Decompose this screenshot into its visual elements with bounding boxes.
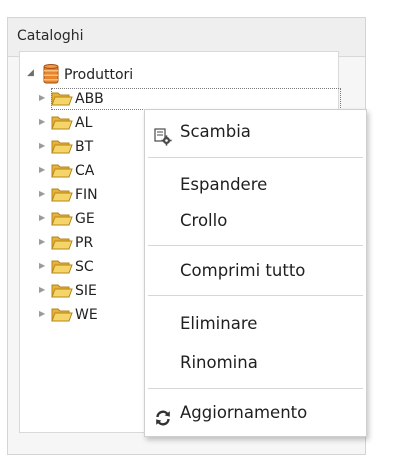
menu-item-label: Eliminare	[180, 314, 258, 333]
folder-open-icon	[51, 306, 73, 327]
menu-separator	[148, 157, 363, 158]
tree-item[interactable]: ▶ ABB	[20, 88, 340, 110]
menu-item-label: Rinomina	[180, 353, 258, 372]
tree-item-label: WE	[75, 307, 98, 323]
menu-item-label: Crollo	[180, 211, 228, 230]
folder-open-icon	[51, 114, 73, 135]
menu-item-eliminare[interactable]: Eliminare	[145, 306, 366, 342]
tree-item-label: AL	[75, 115, 93, 131]
folder-open-icon	[51, 282, 73, 303]
tree-root-node[interactable]: ◢ Produttori	[27, 64, 347, 86]
collapsed-arrow-icon[interactable]: ▶	[39, 309, 45, 318]
menu-item-espandere[interactable]: Espandere	[145, 167, 366, 203]
tree-item-label: GE	[75, 211, 95, 227]
collapsed-arrow-icon[interactable]: ▶	[39, 261, 45, 270]
menu-item-scambia[interactable]: Scambia	[145, 114, 366, 150]
collapsed-arrow-icon[interactable]: ▶	[39, 237, 45, 246]
menu-item-aggiornamento[interactable]: Aggiornamento	[145, 395, 366, 431]
tree-item-label: SIE	[75, 283, 97, 299]
menu-item-label: Comprimi tutto	[180, 261, 306, 280]
menu-separator	[148, 388, 363, 389]
menu-item-rinomina[interactable]: Rinomina	[145, 345, 366, 381]
menu-separator	[148, 245, 363, 246]
menu-item-label: Aggiornamento	[180, 403, 308, 422]
database-icon	[43, 64, 59, 88]
tree-item-label: ABB	[75, 91, 104, 107]
menu-item-crollo[interactable]: Crollo	[145, 203, 366, 239]
menu-item-label: Scambia	[180, 122, 251, 141]
menu-item-label: Espandere	[180, 175, 268, 194]
collapsed-arrow-icon[interactable]: ▶	[39, 213, 45, 222]
collapsed-arrow-icon[interactable]: ▶	[39, 189, 45, 198]
folder-open-icon	[51, 258, 73, 279]
tree-item-label: CA	[75, 163, 95, 179]
folder-open-icon	[51, 162, 73, 183]
folder-open-icon	[51, 234, 73, 255]
menu-item-comprimi-tutto[interactable]: Comprimi tutto	[145, 253, 366, 289]
collapsed-arrow-icon[interactable]: ▶	[39, 165, 45, 174]
tree-item-label: BT	[75, 139, 94, 155]
folder-open-icon	[51, 186, 73, 207]
folder-open-icon	[51, 138, 73, 159]
swap-settings-icon	[154, 123, 172, 146]
context-menu: Scambia Espandere Crollo Comprimi tutto …	[144, 109, 367, 437]
folder-open-icon	[51, 90, 73, 111]
menu-separator	[148, 295, 363, 296]
collapsed-arrow-icon[interactable]: ▶	[39, 141, 45, 150]
tree-item-label: SC	[75, 259, 94, 275]
tree-expanded-arrow-icon[interactable]: ◢	[27, 68, 34, 78]
collapsed-arrow-icon[interactable]: ▶	[39, 117, 45, 126]
collapsed-arrow-icon[interactable]: ▶	[39, 93, 45, 102]
tree-item-label: FIN	[75, 187, 98, 203]
tree-item-label: PR	[75, 235, 94, 251]
tree-root-label: Produttori	[64, 67, 134, 83]
folder-open-icon	[51, 210, 73, 231]
collapsed-arrow-icon[interactable]: ▶	[39, 285, 45, 294]
refresh-icon	[154, 404, 172, 426]
